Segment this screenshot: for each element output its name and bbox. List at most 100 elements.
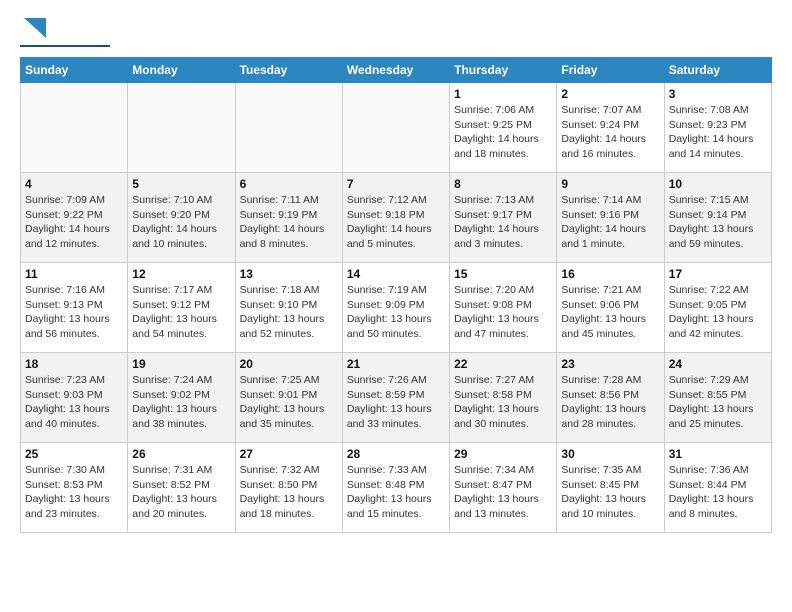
day-number: 12 <box>132 267 230 281</box>
day-info: Sunrise: 7:16 AM Sunset: 9:13 PM Dayligh… <box>25 283 123 342</box>
calendar-cell: 12 Sunrise: 7:17 AM Sunset: 9:12 PM Dayli… <box>128 263 235 353</box>
day-info: Sunrise: 7:07 AM Sunset: 9:24 PM Dayligh… <box>561 103 659 162</box>
calendar-cell <box>21 83 128 173</box>
day-info: Sunrise: 7:35 AM Sunset: 8:45 PM Dayligh… <box>561 463 659 522</box>
day-info: Sunrise: 7:20 AM Sunset: 9:08 PM Dayligh… <box>454 283 552 342</box>
calendar-week-5: 25Sunrise: 7:30 AM Sunset: 8:53 PM Dayli… <box>21 443 772 533</box>
day-info: Sunrise: 7:10 AM Sunset: 9:20 PM Dayligh… <box>132 193 230 252</box>
day-info: Sunrise: 7:23 AM Sunset: 9:03 PM Dayligh… <box>25 373 123 432</box>
calendar-cell: 10 Sunrise: 7:15 AM Sunset: 9:14 PM Dayli… <box>664 173 771 263</box>
calendar-cell: 26Sunrise: 7:31 AM Sunset: 8:52 PM Dayli… <box>128 443 235 533</box>
calendar-cell: 20 Sunrise: 7:25 AM Sunset: 9:01 PM Dayli… <box>235 353 342 443</box>
day-info: Sunrise: 7:09 AM Sunset: 9:22 PM Dayligh… <box>25 193 123 252</box>
calendar-cell: 30 Sunrise: 7:35 AM Sunset: 8:45 PM Dayli… <box>557 443 664 533</box>
calendar-cell: 8Sunrise: 7:13 AM Sunset: 9:17 PM Daylig… <box>450 173 557 263</box>
day-number: 26 <box>132 447 230 461</box>
calendar-header-row: SundayMondayTuesdayWednesdayThursdayFrid… <box>21 58 772 83</box>
calendar-cell: 1 Sunrise: 7:06 AM Sunset: 9:25 PM Daylig… <box>450 83 557 173</box>
day-number: 9 <box>561 177 659 191</box>
day-number: 13 <box>240 267 338 281</box>
day-number: 20 <box>240 357 338 371</box>
day-number: 18 <box>25 357 123 371</box>
day-info: Sunrise: 7:12 AM Sunset: 9:18 PM Dayligh… <box>347 193 445 252</box>
calendar-cell: 6 Sunrise: 7:11 AM Sunset: 9:19 PM Daylig… <box>235 173 342 263</box>
calendar-week-3: 11 Sunrise: 7:16 AM Sunset: 9:13 PM Dayli… <box>21 263 772 353</box>
day-info: Sunrise: 7:32 AM Sunset: 8:50 PM Dayligh… <box>240 463 338 522</box>
calendar-cell: 22 Sunrise: 7:27 AM Sunset: 8:58 PM Dayli… <box>450 353 557 443</box>
day-info: Sunrise: 7:26 AM Sunset: 8:59 PM Dayligh… <box>347 373 445 432</box>
calendar-cell: 5 Sunrise: 7:10 AM Sunset: 9:20 PM Daylig… <box>128 173 235 263</box>
calendar-cell: 17Sunrise: 7:22 AM Sunset: 9:05 PM Dayli… <box>664 263 771 353</box>
calendar-cell: 14 Sunrise: 7:19 AM Sunset: 9:09 PM Dayli… <box>342 263 449 353</box>
day-info: Sunrise: 7:06 AM Sunset: 9:25 PM Dayligh… <box>454 103 552 162</box>
calendar-week-1: 1 Sunrise: 7:06 AM Sunset: 9:25 PM Daylig… <box>21 83 772 173</box>
calendar-cell: 11 Sunrise: 7:16 AM Sunset: 9:13 PM Dayli… <box>21 263 128 353</box>
calendar-cell: 19 Sunrise: 7:24 AM Sunset: 9:02 PM Dayli… <box>128 353 235 443</box>
day-info: Sunrise: 7:18 AM Sunset: 9:10 PM Dayligh… <box>240 283 338 342</box>
day-number: 17 <box>669 267 767 281</box>
day-number: 22 <box>454 357 552 371</box>
day-number: 23 <box>561 357 659 371</box>
calendar-cell: 18 Sunrise: 7:23 AM Sunset: 9:03 PM Dayli… <box>21 353 128 443</box>
day-info: Sunrise: 7:24 AM Sunset: 9:02 PM Dayligh… <box>132 373 230 432</box>
header-sunday: Sunday <box>21 58 128 83</box>
calendar-cell <box>128 83 235 173</box>
day-number: 29 <box>454 447 552 461</box>
day-number: 1 <box>454 87 552 101</box>
day-number: 31 <box>669 447 767 461</box>
day-number: 30 <box>561 447 659 461</box>
day-number: 6 <box>240 177 338 191</box>
calendar-cell: 28Sunrise: 7:33 AM Sunset: 8:48 PM Dayli… <box>342 443 449 533</box>
calendar-week-4: 18 Sunrise: 7:23 AM Sunset: 9:03 PM Dayli… <box>21 353 772 443</box>
page-header <box>20 20 772 47</box>
day-info: Sunrise: 7:15 AM Sunset: 9:14 PM Dayligh… <box>669 193 767 252</box>
calendar-cell: 29 Sunrise: 7:34 AM Sunset: 8:47 PM Dayli… <box>450 443 557 533</box>
day-number: 19 <box>132 357 230 371</box>
day-number: 27 <box>240 447 338 461</box>
header-wednesday: Wednesday <box>342 58 449 83</box>
day-info: Sunrise: 7:30 AM Sunset: 8:53 PM Dayligh… <box>25 463 123 522</box>
calendar-cell: 2 Sunrise: 7:07 AM Sunset: 9:24 PM Daylig… <box>557 83 664 173</box>
header-friday: Friday <box>557 58 664 83</box>
day-info: Sunrise: 7:17 AM Sunset: 9:12 PM Dayligh… <box>132 283 230 342</box>
day-number: 15 <box>454 267 552 281</box>
calendar-cell: 31 Sunrise: 7:36 AM Sunset: 8:44 PM Dayli… <box>664 443 771 533</box>
calendar-cell: 25Sunrise: 7:30 AM Sunset: 8:53 PM Dayli… <box>21 443 128 533</box>
day-info: Sunrise: 7:36 AM Sunset: 8:44 PM Dayligh… <box>669 463 767 522</box>
header-tuesday: Tuesday <box>235 58 342 83</box>
day-info: Sunrise: 7:34 AM Sunset: 8:47 PM Dayligh… <box>454 463 552 522</box>
calendar-cell: 13 Sunrise: 7:18 AM Sunset: 9:10 PM Dayli… <box>235 263 342 353</box>
calendar-week-2: 4 Sunrise: 7:09 AM Sunset: 9:22 PM Daylig… <box>21 173 772 263</box>
day-number: 2 <box>561 87 659 101</box>
calendar-table: SundayMondayTuesdayWednesdayThursdayFrid… <box>20 57 772 533</box>
calendar-cell <box>235 83 342 173</box>
day-number: 4 <box>25 177 123 191</box>
day-info: Sunrise: 7:14 AM Sunset: 9:16 PM Dayligh… <box>561 193 659 252</box>
day-info: Sunrise: 7:19 AM Sunset: 9:09 PM Dayligh… <box>347 283 445 342</box>
day-number: 3 <box>669 87 767 101</box>
header-thursday: Thursday <box>450 58 557 83</box>
day-info: Sunrise: 7:21 AM Sunset: 9:06 PM Dayligh… <box>561 283 659 342</box>
calendar-cell: 7 Sunrise: 7:12 AM Sunset: 9:18 PM Daylig… <box>342 173 449 263</box>
day-info: Sunrise: 7:25 AM Sunset: 9:01 PM Dayligh… <box>240 373 338 432</box>
day-number: 5 <box>132 177 230 191</box>
logo <box>20 20 110 47</box>
day-number: 7 <box>347 177 445 191</box>
calendar-cell: 23Sunrise: 7:28 AM Sunset: 8:56 PM Dayli… <box>557 353 664 443</box>
calendar-cell <box>342 83 449 173</box>
day-number: 10 <box>669 177 767 191</box>
day-info: Sunrise: 7:27 AM Sunset: 8:58 PM Dayligh… <box>454 373 552 432</box>
day-number: 14 <box>347 267 445 281</box>
day-info: Sunrise: 7:29 AM Sunset: 8:55 PM Dayligh… <box>669 373 767 432</box>
day-number: 21 <box>347 357 445 371</box>
calendar-cell: 9 Sunrise: 7:14 AM Sunset: 9:16 PM Daylig… <box>557 173 664 263</box>
logo-icon <box>24 18 46 38</box>
day-info: Sunrise: 7:11 AM Sunset: 9:19 PM Dayligh… <box>240 193 338 252</box>
day-number: 28 <box>347 447 445 461</box>
calendar-cell: 4 Sunrise: 7:09 AM Sunset: 9:22 PM Daylig… <box>21 173 128 263</box>
day-number: 24 <box>669 357 767 371</box>
day-info: Sunrise: 7:08 AM Sunset: 9:23 PM Dayligh… <box>669 103 767 162</box>
day-number: 11 <box>25 267 123 281</box>
calendar-cell: 3 Sunrise: 7:08 AM Sunset: 9:23 PM Daylig… <box>664 83 771 173</box>
day-number: 8 <box>454 177 552 191</box>
